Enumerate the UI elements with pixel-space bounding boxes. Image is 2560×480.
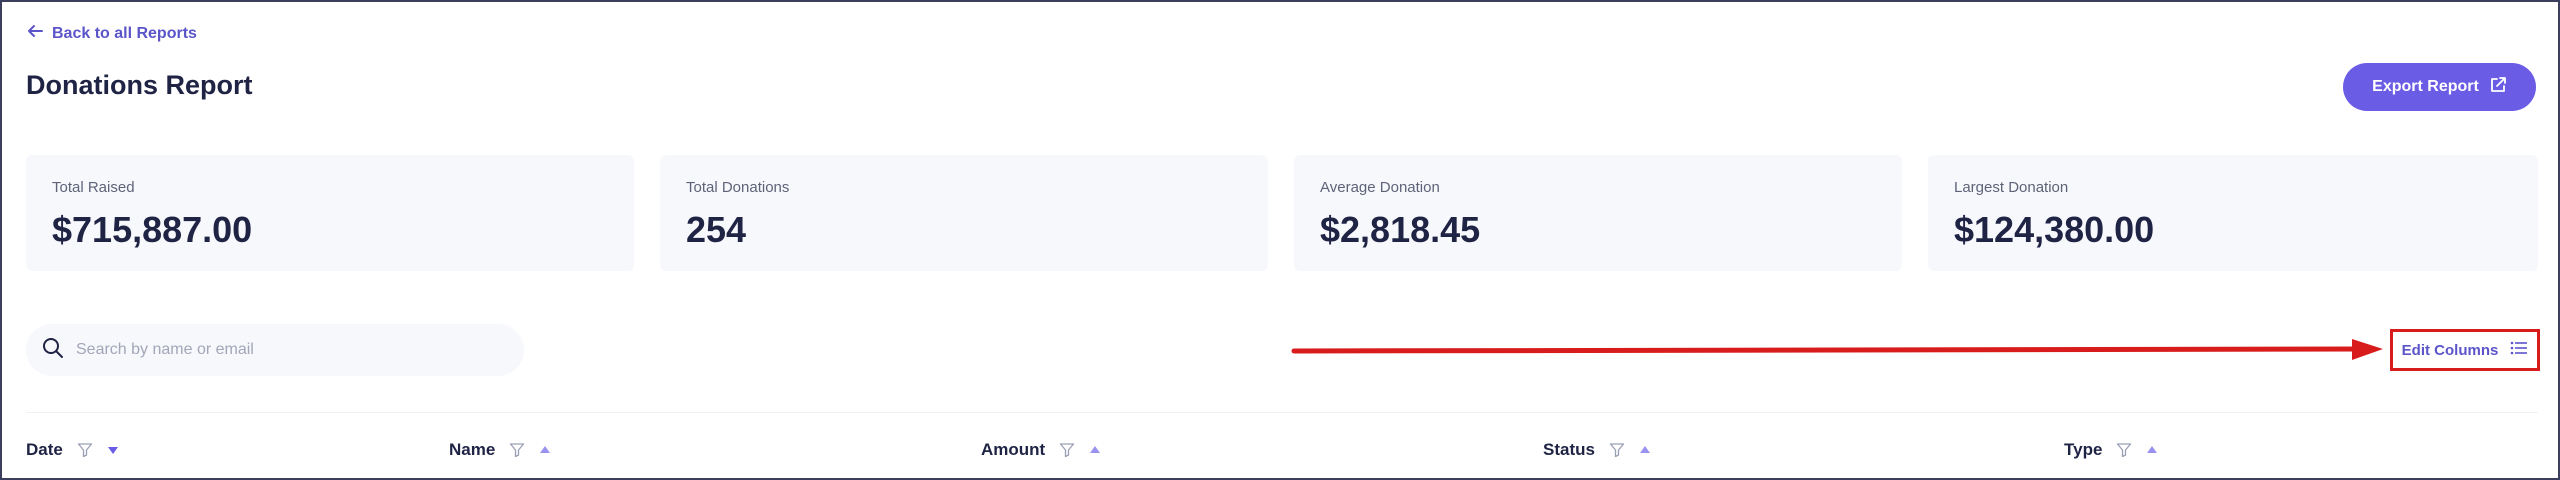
stat-card-largest-donation: Largest Donation $124,380.00 bbox=[1928, 155, 2538, 271]
stat-value: $124,380.00 bbox=[1954, 209, 2155, 250]
column-header-name[interactable]: Name bbox=[449, 440, 551, 460]
search-input[interactable] bbox=[76, 341, 496, 359]
column-header-label: Date bbox=[26, 440, 63, 459]
export-report-button[interactable]: Export Report bbox=[2343, 63, 2536, 111]
column-header-label: Type bbox=[2064, 440, 2103, 459]
annotation-arrow bbox=[1291, 339, 2383, 360]
search-box[interactable] bbox=[26, 324, 524, 376]
sort-descending-icon[interactable] bbox=[107, 445, 119, 455]
back-to-reports-link[interactable]: Back to all Reports bbox=[26, 22, 197, 45]
stat-label: Average Donation bbox=[1320, 179, 1440, 196]
arrow-left-icon bbox=[26, 22, 44, 45]
stat-card-total-raised: Total Raised $715,887.00 bbox=[26, 155, 634, 271]
external-link-icon bbox=[2489, 76, 2507, 99]
stat-label: Largest Donation bbox=[1954, 179, 2069, 196]
app-frame: Back to all Reports Donations Report Exp… bbox=[0, 0, 2560, 480]
sort-ascending-icon[interactable] bbox=[2146, 445, 2158, 455]
column-header-date[interactable]: Date bbox=[26, 440, 119, 460]
column-header-amount[interactable]: Amount bbox=[981, 440, 1101, 460]
column-header-type[interactable]: Type bbox=[2064, 440, 2158, 460]
list-icon bbox=[2510, 340, 2528, 360]
stat-card-total-donations: Total Donations 254 bbox=[660, 155, 1268, 271]
stat-label: Total Donations bbox=[686, 179, 790, 196]
filter-icon[interactable] bbox=[1609, 442, 1625, 458]
stat-label: Total Raised bbox=[52, 179, 135, 196]
stat-value: 254 bbox=[686, 209, 747, 250]
export-button-label: Export Report bbox=[2372, 78, 2479, 95]
edit-columns-button[interactable]: Edit Columns bbox=[2390, 329, 2540, 371]
column-header-status[interactable]: Status bbox=[1543, 440, 1651, 460]
search-icon bbox=[42, 337, 64, 364]
column-header-label: Status bbox=[1543, 440, 1595, 459]
column-header-label: Name bbox=[449, 440, 496, 459]
divider bbox=[26, 412, 2538, 413]
filter-icon[interactable] bbox=[509, 442, 525, 458]
column-header-label: Amount bbox=[981, 440, 1046, 459]
stat-value: $715,887.00 bbox=[52, 209, 253, 250]
sort-ascending-icon[interactable] bbox=[539, 445, 551, 455]
filter-icon[interactable] bbox=[1059, 442, 1075, 458]
edit-columns-label: Edit Columns bbox=[2401, 341, 2499, 359]
page-title: Donations Report bbox=[26, 70, 253, 100]
stat-card-average-donation: Average Donation $2,818.45 bbox=[1294, 155, 1902, 271]
sort-ascending-icon[interactable] bbox=[1639, 445, 1651, 455]
back-link-label: Back to all Reports bbox=[52, 24, 197, 42]
filter-icon[interactable] bbox=[2116, 442, 2132, 458]
stat-value: $2,818.45 bbox=[1320, 209, 1481, 250]
filter-icon[interactable] bbox=[77, 442, 93, 458]
sort-ascending-icon[interactable] bbox=[1089, 445, 1101, 455]
